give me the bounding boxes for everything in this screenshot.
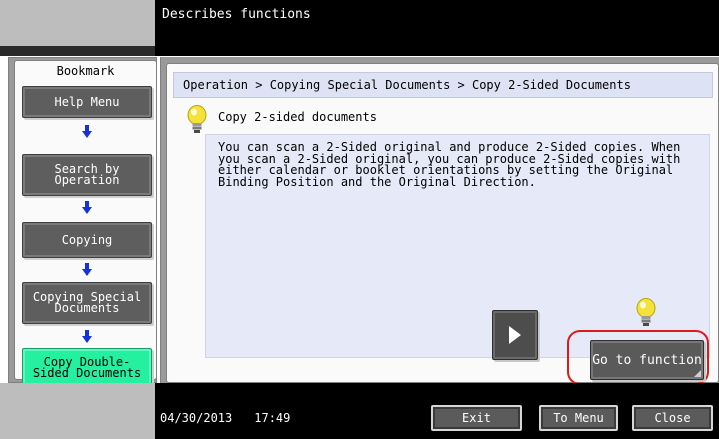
lightbulb-icon [635,298,657,328]
go-to-function-label: Go to function [592,352,702,368]
sidebar-item-copying[interactable]: Copying [22,222,152,258]
header-title: Describes functions [162,7,311,22]
close-button[interactable]: Close [632,405,713,431]
down-arrow-icon [82,201,92,214]
corner-marker [694,370,701,377]
sidebar-item-copying-special-documents[interactable]: Copying Special Documents [22,282,152,324]
sidebar-item-help-menu[interactable]: Help Menu [22,86,152,118]
lightbulb-icon [186,105,208,135]
to-menu-button[interactable]: To Menu [539,405,618,431]
time-text: 17:49 [254,411,291,425]
header-left-panel [0,0,155,46]
exit-button[interactable]: Exit [431,405,522,431]
topic-title: Copy 2-sided documents [218,110,377,124]
sidebar-item-copy-double-sided-documents[interactable]: Copy Double- Sided Documents [22,348,152,388]
next-page-button[interactable] [492,310,538,360]
down-arrow-icon [82,263,92,276]
down-arrow-icon [82,125,92,138]
breadcrumb: Operation > Copying Special Documents > … [173,72,713,98]
date-text: 04/30/2013 [160,411,233,425]
footer-left-panel [0,383,155,439]
go-to-function-button[interactable]: Go to function [590,340,704,380]
bookmark-title: Bookmark [56,64,115,78]
description-text: You can scan a 2-Sided original and prod… [218,140,681,189]
play-right-icon [509,326,521,344]
header-divider [0,46,155,56]
datetime: 04/30/2013 17:49 [160,411,290,425]
sidebar-item-search-by-operation[interactable]: Search by Operation [22,154,152,196]
down-arrow-icon [82,330,92,343]
